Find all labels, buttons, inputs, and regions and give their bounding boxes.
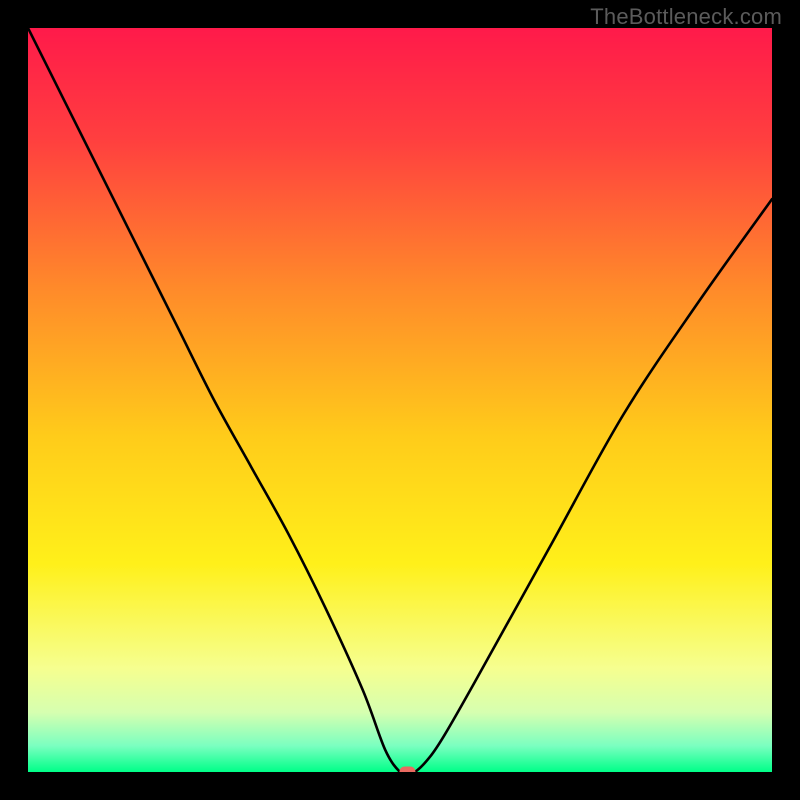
gradient-background: [28, 28, 772, 772]
chart-frame: TheBottleneck.com: [0, 0, 800, 800]
watermark-label: TheBottleneck.com: [590, 4, 782, 30]
series-marker: [399, 767, 415, 773]
bottleneck-plot: [28, 28, 772, 772]
plot-svg: [28, 28, 772, 772]
